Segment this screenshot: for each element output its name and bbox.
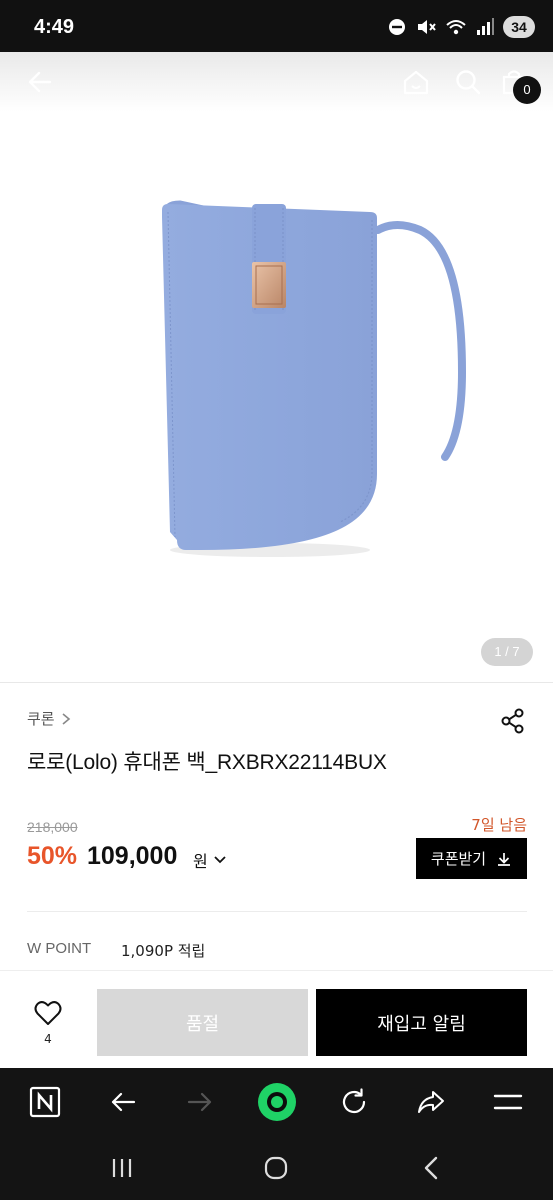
green-dot-button[interactable] [257,1082,297,1122]
restock-label: 재입고 알림 [377,1013,466,1035]
coupon-label: 쿠폰받기 [430,850,487,868]
soldout-button: 품절 [97,989,308,1056]
like-button[interactable]: 4 [20,1000,76,1050]
chevron-right-icon [62,712,70,725]
divider [27,911,527,912]
sale-price: 109,000 [87,842,178,870]
mute-icon [415,17,437,37]
browser-menu-button[interactable] [488,1082,528,1122]
status-bar: 4:49 34 [0,0,553,52]
menu-icon [493,1094,523,1110]
chevron-down-icon [214,856,226,864]
product-image-gallery[interactable]: 1 / 7 [0,112,553,682]
brand-link[interactable]: 쿠론 [27,708,71,729]
home-button[interactable] [398,64,434,100]
share-icon [418,1091,444,1113]
share-nodes-icon [501,708,524,734]
home-circle-icon [264,1156,288,1180]
browser-back-button[interactable] [103,1082,143,1122]
like-count: 4 [44,1032,52,1046]
search-button[interactable] [450,64,486,100]
restock-alert-button[interactable]: 재입고 알림 [316,989,527,1056]
soldout-label: 품절 [185,1013,220,1035]
coupon-download-button[interactable]: 쿠폰받기 [416,838,527,879]
status-time: 4:49 [34,16,75,38]
system-home-button[interactable] [256,1152,296,1184]
signal-icon [475,17,495,37]
search-icon [456,70,481,95]
browser-forward-button[interactable] [180,1082,220,1122]
home-icon [403,70,429,95]
wpoint-label: W POINT [27,940,92,957]
heart-icon [34,1001,62,1025]
brand-name: 쿠론 [27,710,55,728]
recents-icon [112,1159,132,1177]
back-button[interactable] [22,64,58,100]
back-arrow-icon [28,71,52,93]
reload-button[interactable] [334,1082,374,1122]
system-back-button[interactable] [412,1152,452,1184]
image-counter: 1 / 7 [481,638,533,666]
cart-count-badge: 0 [513,76,541,104]
browser-toolbar [0,1068,553,1136]
app-header [0,52,553,112]
original-price: 218,000 [27,819,78,835]
price-detail-toggle[interactable] [213,850,227,869]
browser-share-button[interactable] [411,1082,451,1122]
reload-icon [342,1088,366,1114]
download-icon [498,852,511,866]
recents-button[interactable] [102,1152,142,1184]
back-icon [111,1092,136,1112]
do-not-disturb-icon [387,17,407,37]
share-button[interactable] [499,707,527,735]
naver-home-button[interactable] [25,1082,65,1122]
forward-icon [187,1092,212,1112]
discount-rate: 50% [27,842,78,870]
currency-label: 원 [193,852,208,871]
days-left: 7일 남음 [471,816,527,834]
product-title: 로로(Lolo) 휴대폰 백_RXBRX22114BUX [27,751,387,774]
back-chevron-icon [424,1156,438,1180]
wpoint-value: 1,090P 적립 [121,942,206,960]
system-navigation-bar [0,1136,553,1200]
wifi-icon [445,17,467,37]
naver-n-icon [29,1086,61,1118]
product-image [162,200,467,557]
status-icons: 34 [387,15,535,39]
battery-indicator: 34 [503,16,535,38]
green-dot-icon [258,1083,296,1121]
divider [0,682,553,683]
